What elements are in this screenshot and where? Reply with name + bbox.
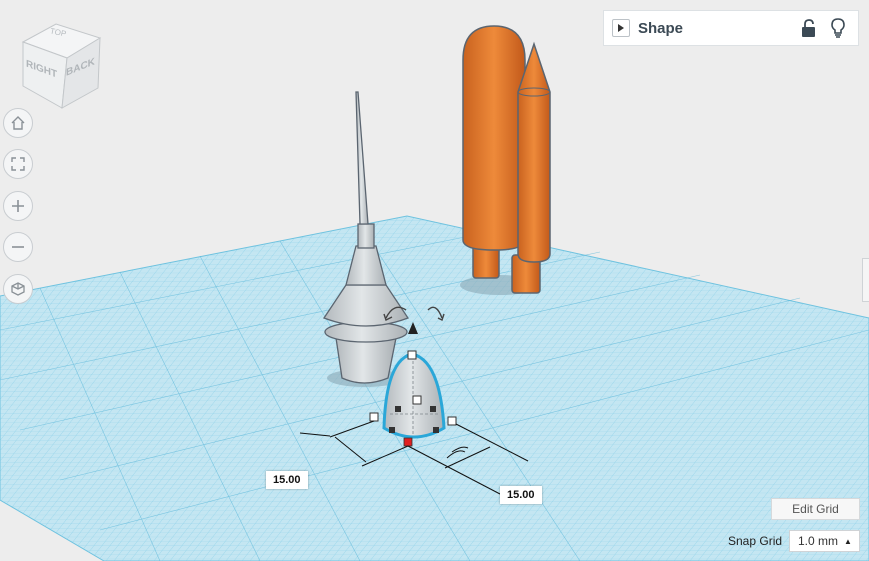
shape-panel-title: Shape [638,19,684,37]
snap-grid-label: Snap Grid [728,534,783,548]
side-panel-tab[interactable] [862,258,869,302]
depth-dimension-label[interactable]: 15.00 [500,486,542,504]
zoom-in-button[interactable] [3,191,33,221]
zoom-in-icon [12,200,24,212]
home-icon [11,116,25,130]
snap-grid-value: 1.0 mm [798,534,839,548]
zoom-out-icon [12,246,24,248]
home-view-button[interactable] [3,108,33,138]
view-cube-right-label[interactable]: RIGHT [26,58,57,80]
edit-grid-button[interactable]: Edit Grid [771,498,860,520]
fit-view-button[interactable] [3,149,33,179]
unlock-icon[interactable] [800,18,818,38]
perspective-icon [11,282,25,296]
shape-inspector-panel: Shape [603,10,859,46]
caret-up-icon: ▲ [844,536,852,546]
view-cube-labels[interactable]: TOP RIGHT BACK [20,24,104,108]
fit-view-icon [11,157,25,171]
caret-right-icon [618,24,624,32]
view-cube-top-label: TOP [49,26,68,39]
light-bulb-icon[interactable] [830,18,846,38]
zoom-out-button[interactable] [3,232,33,262]
perspective-toggle-button[interactable] [3,274,33,304]
view-cube-back-label[interactable]: BACK [66,56,95,79]
external-tank-shape[interactable] [462,25,526,279]
shape-panel-toggle-button[interactable] [612,19,630,37]
width-dimension-label[interactable]: 15.00 [266,471,308,489]
snap-grid-select[interactable]: 1.0 mm ▲ [789,530,860,552]
workplane-scene[interactable] [0,0,869,561]
